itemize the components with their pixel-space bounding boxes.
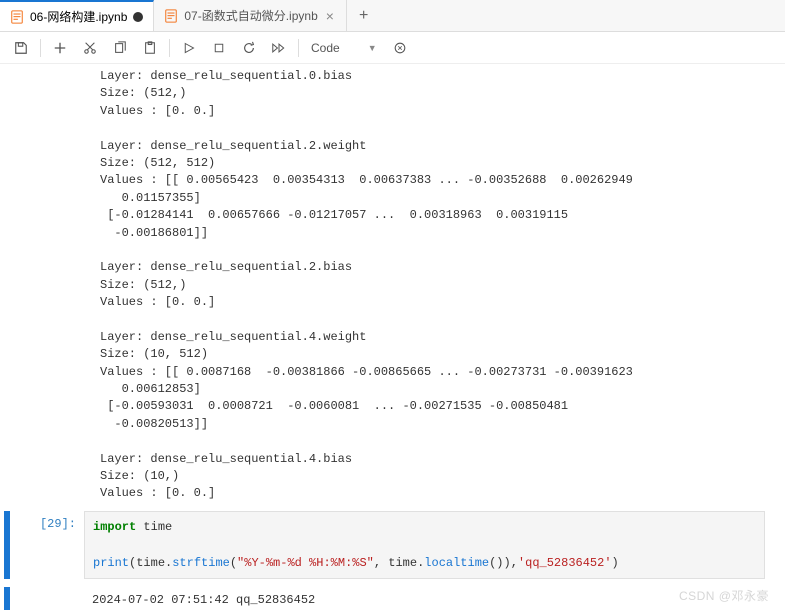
add-tab-button[interactable]: + [347, 7, 380, 25]
cell-gutter [4, 587, 10, 610]
tab-label: 06-网络构建.ipynb [30, 8, 127, 25]
command-icon [393, 41, 407, 55]
cut-button[interactable] [77, 35, 103, 61]
copy-icon [113, 41, 127, 55]
tab-label: 07-函数式自动微分.ipynb [184, 7, 317, 24]
tab-inactive[interactable]: 07-函数式自动微分.ipynb × [154, 0, 347, 31]
fast-forward-icon [272, 42, 286, 54]
play-icon [183, 42, 195, 54]
separator [40, 39, 41, 57]
cell-type-label: Code [311, 41, 340, 55]
render-button[interactable] [387, 35, 413, 61]
cell-gutter [4, 511, 10, 579]
save-button[interactable] [8, 35, 34, 61]
execution-prompt: [29]: [14, 511, 84, 579]
restart-run-all-button[interactable] [266, 35, 292, 61]
string-literal: 'qq_52836452' [518, 556, 612, 570]
paren: ( [230, 556, 237, 570]
cut-icon [83, 41, 97, 55]
close-icon[interactable]: × [324, 8, 336, 24]
copy-button[interactable] [107, 35, 133, 61]
module: time [136, 520, 172, 534]
keyword: import [93, 520, 136, 534]
string-literal: "%Y-%m-%d %H:%M:%S" [237, 556, 374, 570]
paren: ()), [489, 556, 518, 570]
tab-bar: 06-网络构建.ipynb 07-函数式自动微分.ipynb × + [0, 0, 785, 32]
toolbar: Code ▼ [0, 32, 785, 64]
code-cell-input[interactable]: import timeprint(time.strftime("%Y-%m-%d… [84, 511, 765, 579]
add-cell-button[interactable] [47, 35, 73, 61]
tab-active[interactable]: 06-网络构建.ipynb [0, 0, 154, 31]
stop-icon [213, 42, 225, 54]
save-icon [14, 41, 28, 55]
restart-icon [242, 41, 256, 55]
expr: , time. [374, 556, 424, 570]
stop-button[interactable] [206, 35, 232, 61]
expr: time. [136, 556, 172, 570]
builtin-fn: print [93, 556, 129, 570]
output-prompt [14, 587, 84, 610]
cell-output-text: Layer: dense_relu_sequential.0.bias Size… [100, 64, 785, 503]
code-cell-wrap: [29]: import timeprint(time.strftime("%Y… [4, 511, 785, 579]
method: strftime [172, 556, 230, 570]
cell-type-dropdown[interactable]: Code ▼ [305, 36, 383, 60]
notebook-area: Layer: dense_relu_sequential.0.bias Size… [0, 64, 785, 610]
chevron-down-icon: ▼ [368, 43, 377, 53]
paren: ) [612, 556, 619, 570]
unsaved-dot-icon [133, 12, 143, 22]
paste-button[interactable] [137, 35, 163, 61]
cell-output-exec: 2024-07-02 07:51:42 qq_52836452 [84, 587, 765, 610]
notebook-icon [10, 10, 24, 24]
separator [298, 39, 299, 57]
plus-icon [53, 41, 67, 55]
separator [169, 39, 170, 57]
restart-button[interactable] [236, 35, 262, 61]
method: localtime [424, 556, 489, 570]
paste-icon [143, 41, 157, 55]
run-button[interactable] [176, 35, 202, 61]
output-row: 2024-07-02 07:51:42 qq_52836452 [4, 587, 785, 610]
notebook-icon [164, 9, 178, 23]
